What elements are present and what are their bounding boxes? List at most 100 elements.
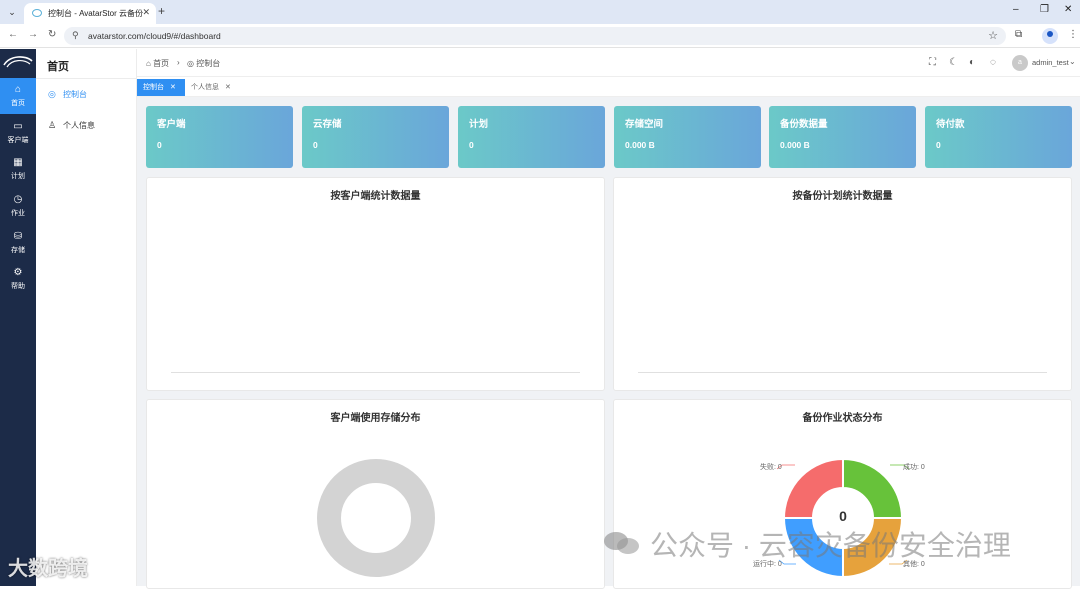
new-tab-icon[interactable]: + xyxy=(158,4,165,18)
panel-title: 按客户端统计数据量 xyxy=(330,191,421,202)
panel-client-storage: 客户端使用存储分布 xyxy=(146,399,605,589)
extensions-icon[interactable]: ⧉ xyxy=(1015,29,1022,40)
gear-icon: ⚙ xyxy=(13,267,23,278)
url-text: avatarstor.com/cloud9/#/dashboard xyxy=(88,31,221,41)
stat-label: 备份数据量 xyxy=(780,119,828,130)
breadcrumb-separator: › xyxy=(177,58,180,67)
nav-item-plans[interactable]: ▦ 计划 xyxy=(0,151,36,187)
favicon-icon xyxy=(32,9,42,17)
breadcrumb-current: ◎ 控制台 xyxy=(187,59,221,68)
home-icon: ⌂ xyxy=(14,84,22,95)
stat-card-clients[interactable]: 客户端 0 xyxy=(146,106,293,168)
close-icon[interactable]: ✕ xyxy=(225,84,231,91)
subnav-item-label: 控制台 xyxy=(63,90,87,99)
dark-mode-icon[interactable]: ☾ xyxy=(949,57,958,68)
breadcrumb-current-label: 控制台 xyxy=(196,59,221,68)
stat-label: 存储空间 xyxy=(625,119,664,130)
close-tab-icon[interactable]: ✕ xyxy=(142,7,150,18)
nav-item-help[interactable]: ⚙ 帮助 xyxy=(0,261,36,297)
browser-tab[interactable]: 控制台 - AvatarStor 云备份 ✕ xyxy=(24,3,156,24)
stat-label: 计划 xyxy=(469,119,489,130)
bookmark-star-icon[interactable]: ☆ xyxy=(988,29,998,42)
tag-label: 控制台 xyxy=(143,84,164,91)
profile-icon[interactable] xyxy=(1042,28,1058,44)
tab-search-icon[interactable]: ⌄ xyxy=(4,4,20,20)
wechat-logo-icon xyxy=(604,532,639,554)
watermark-text: 公众号 · 云容灾备份安全治理 xyxy=(650,530,1011,561)
stat-card-backup-volume[interactable]: 备份数据量 0.000 B xyxy=(769,106,916,168)
stat-card-cloud-storage[interactable]: 云存储 0 xyxy=(302,106,449,168)
stat-card-plans[interactable]: 计划 0 xyxy=(458,106,605,168)
corner-watermark: 大数跨境 xyxy=(8,558,88,580)
nav-item-label: 存储 xyxy=(11,247,25,254)
fullscreen-icon[interactable]: ⛶ xyxy=(929,57,936,68)
dashboard-icon: ◎ xyxy=(48,89,56,99)
sub-nav: 首页 ◎ 控制台 ♙ 个人信息 xyxy=(36,49,137,586)
language-icon[interactable]: ◐ xyxy=(969,57,975,68)
donut-center-value: 0 xyxy=(839,508,847,524)
main-nav: ⌂ 首页 ▭ 客户端 ▦ 计划 ◷ 作业 ⛁ 存储 ⚙ 帮助 xyxy=(0,49,36,586)
url-input[interactable]: ⚲ avatarstor.com/cloud9/#/dashboard ☆ xyxy=(64,27,1006,45)
divider xyxy=(36,78,137,79)
chevron-down-icon[interactable]: ⌄ xyxy=(1069,57,1076,66)
calendar-icon: ▦ xyxy=(13,157,23,168)
minimize-icon[interactable]: – xyxy=(1013,4,1019,15)
stat-value: 0 xyxy=(313,140,318,150)
nav-item-clients[interactable]: ▭ 客户端 xyxy=(0,115,36,151)
tag-dashboard[interactable]: 控制台 ✕ xyxy=(137,79,185,96)
subnav-item-label: 个人信息 xyxy=(63,121,95,130)
stat-value: 0.000 B xyxy=(780,140,810,150)
nav-item-jobs[interactable]: ◷ 作业 xyxy=(0,188,36,224)
message-icon[interactable]: ◌ xyxy=(990,57,996,68)
back-icon[interactable]: ← xyxy=(8,29,18,40)
reload-icon[interactable]: ↻ xyxy=(48,29,56,40)
stat-card-storage-space[interactable]: 存储空间 0.000 B xyxy=(614,106,761,168)
panel-title: 按备份计划统计数据量 xyxy=(792,191,893,202)
subnav-item-dashboard[interactable]: ◎ 控制台 xyxy=(48,89,87,100)
stat-label: 云存储 xyxy=(313,119,342,130)
restore-icon[interactable]: ❐ xyxy=(1040,4,1049,15)
stat-value: 0.000 B xyxy=(625,140,655,150)
forward-icon[interactable]: → xyxy=(28,29,38,40)
breadcrumb-home[interactable]: ⌂ 首页 xyxy=(146,58,169,69)
clock-icon: ◷ xyxy=(13,194,23,205)
close-icon[interactable]: ✕ xyxy=(170,84,176,91)
tag-label: 个人信息 xyxy=(191,84,219,91)
app-logo xyxy=(3,56,33,68)
legend-label-failed: 失败: 0 xyxy=(760,464,782,471)
nav-item-label: 计划 xyxy=(11,173,25,180)
browser-tab-strip: ⌄ 控制台 - AvatarStor 云备份 ✕ + – ❐ ✕ xyxy=(0,0,1080,24)
stat-value: 0 xyxy=(469,140,474,150)
stat-value: 0 xyxy=(157,140,162,150)
stat-card-pending-payment[interactable]: 待付款 0 xyxy=(925,106,1072,168)
avatar[interactable]: a xyxy=(1012,55,1028,71)
subnav-item-profile[interactable]: ♙ 个人信息 xyxy=(48,120,95,131)
app-header: ⌂ 首页 › ◎ 控制台 ⛶ ☾ ◐ ◌ a admin_test ⌄ xyxy=(137,49,1080,77)
address-bar: ← → ↻ ⚲ avatarstor.com/cloud9/#/dashboar… xyxy=(0,24,1080,48)
chart-axis xyxy=(638,372,1047,373)
nav-item-label: 客户端 xyxy=(7,137,29,144)
pie-slice-failed[interactable] xyxy=(782,457,844,519)
site-info-icon[interactable]: ⚲ xyxy=(72,30,79,41)
subnav-title: 首页 xyxy=(47,61,69,73)
browser-tab-title: 控制台 - AvatarStor 云备份 xyxy=(48,9,143,18)
client-storage-donut xyxy=(317,459,435,577)
panel-by-client: 按客户端统计数据量 xyxy=(146,177,605,391)
storage-icon: ⛁ xyxy=(13,231,23,242)
more-menu-icon[interactable]: ⋮ xyxy=(1068,29,1078,40)
panel-by-plan: 按备份计划统计数据量 xyxy=(613,177,1072,391)
nav-item-storage[interactable]: ⛁ 存储 xyxy=(0,225,36,261)
legend-label-success: 成功: 0 xyxy=(903,464,925,471)
stat-value: 0 xyxy=(936,140,941,150)
tag-profile[interactable]: 个人信息 ✕ xyxy=(185,79,239,96)
user-name[interactable]: admin_test xyxy=(1032,58,1069,67)
pie-slice-success[interactable] xyxy=(842,457,904,519)
donut-ring xyxy=(317,459,435,577)
nav-item-home[interactable]: ⌂ 首页 xyxy=(0,78,36,114)
close-window-icon[interactable]: ✕ xyxy=(1064,4,1072,15)
monitor-icon: ▭ xyxy=(13,121,23,132)
nav-item-label: 帮助 xyxy=(11,283,25,290)
stat-label: 客户端 xyxy=(157,119,186,130)
nav-item-label: 作业 xyxy=(11,210,25,217)
dashboard-content: 客户端 0 云存储 0 计划 0 存储空间 0.000 B 备份数据量 0.00… xyxy=(137,97,1080,589)
